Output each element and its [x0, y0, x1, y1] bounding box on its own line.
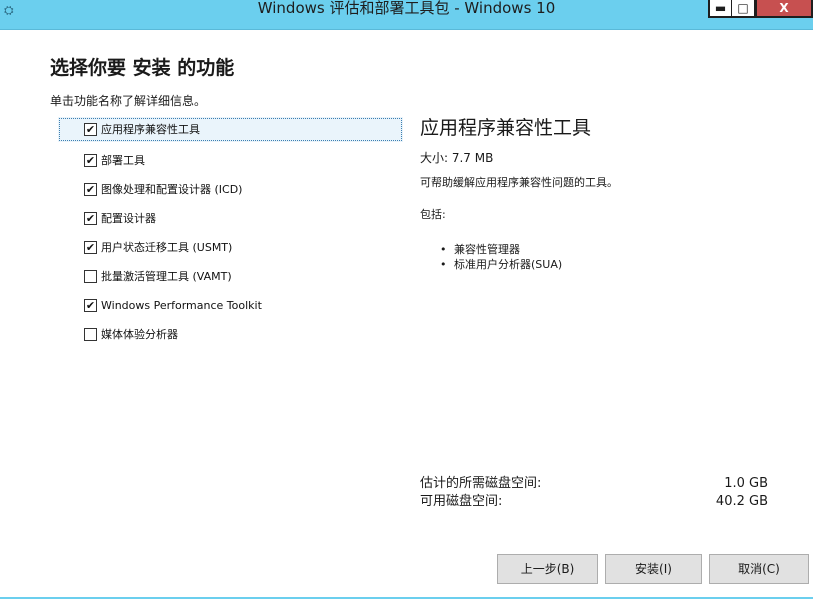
install-button[interactable]: 安装(I)	[605, 554, 702, 584]
feature-label[interactable]: 配置设计器	[101, 212, 156, 226]
available-space-row: 可用磁盘空间: 40.2 GB	[420, 493, 768, 510]
feature-label[interactable]: 部署工具	[101, 154, 145, 168]
feature-item[interactable]: ✔ Windows Performance Toolkit	[58, 291, 403, 320]
back-button[interactable]: 上一步(B)	[497, 554, 598, 584]
cancel-button[interactable]: 取消(C)	[709, 554, 809, 584]
detail-title: 应用程序兼容性工具	[420, 117, 592, 139]
feature-label[interactable]: 图像处理和配置设计器 (ICD)	[101, 183, 242, 197]
include-item: 标准用户分析器(SUA)	[454, 258, 563, 271]
required-space-value: 1.0 GB	[724, 476, 768, 491]
page-hint: 单击功能名称了解详细信息。	[50, 94, 207, 108]
feature-label[interactable]: Windows Performance Toolkit	[101, 299, 262, 313]
window-title: Windows 评估和部署工具包 - Windows 10	[257, 0, 556, 17]
checkbox-checked[interactable]: ✔	[84, 299, 97, 312]
page-title: 选择你要 安装 的功能	[50, 57, 235, 79]
detail-size: 大小: 7.7 MB	[420, 151, 494, 165]
title-bar[interactable]: ⛭ Windows 评估和部署工具包 - Windows 10 ▬ □ X	[0, 0, 813, 30]
checkbox-unchecked[interactable]	[84, 328, 97, 341]
feature-label[interactable]: 应用程序兼容性工具	[101, 123, 200, 137]
feature-item[interactable]: 媒体体验分析器	[58, 320, 403, 349]
minimize-button[interactable]: ▬	[708, 0, 732, 18]
maximize-button[interactable]: □	[731, 0, 756, 18]
checkbox-checked[interactable]: ✔	[84, 154, 97, 167]
feature-label[interactable]: 批量激活管理工具 (VAMT)	[101, 270, 232, 284]
feature-item[interactable]: ✔ 应用程序兼容性工具	[58, 117, 403, 142]
close-button[interactable]: X	[755, 0, 813, 18]
feature-list: ✔ 应用程序兼容性工具 ✔ 部署工具 ✔ 图像处理和配置设计器 (ICD) ✔ 配置设计器 ✔ 用…	[58, 117, 403, 349]
checkbox-checked[interactable]: ✔	[84, 183, 97, 196]
required-space-row: 估计的所需磁盘空间: 1.0 GB	[420, 475, 768, 492]
feature-label[interactable]: 用户状态迁移工具 (USMT)	[101, 241, 232, 255]
checkbox-checked[interactable]: ✔	[84, 212, 97, 225]
feature-item[interactable]: 批量激活管理工具 (VAMT)	[58, 262, 403, 291]
include-item: 兼容性管理器	[454, 243, 520, 256]
detail-includes-label: 包括:	[420, 208, 446, 221]
bullet-icon: •	[440, 258, 447, 271]
feature-item[interactable]: ✔ 用户状态迁移工具 (USMT)	[58, 233, 403, 262]
bullet-icon: •	[440, 243, 447, 256]
checkbox-unchecked[interactable]	[84, 270, 97, 283]
available-space-label: 可用磁盘空间:	[420, 494, 503, 509]
checkbox-checked[interactable]: ✔	[84, 123, 97, 136]
required-space-label: 估计的所需磁盘空间:	[420, 476, 542, 491]
checkbox-checked[interactable]: ✔	[84, 241, 97, 254]
available-space-value: 40.2 GB	[715, 494, 768, 509]
feature-label[interactable]: 媒体体验分析器	[101, 328, 178, 342]
feature-item[interactable]: ✔ 部署工具	[58, 146, 403, 175]
feature-item[interactable]: ✔ 配置设计器	[58, 204, 403, 233]
feature-item[interactable]: ✔ 图像处理和配置设计器 (ICD)	[58, 175, 403, 204]
detail-description: 可帮助缓解应用程序兼容性问题的工具。	[420, 176, 618, 189]
list-item: • 兼容性管理器	[440, 242, 562, 257]
detail-includes-list: • 兼容性管理器 • 标准用户分析器(SUA)	[440, 242, 562, 272]
list-item: • 标准用户分析器(SUA)	[440, 257, 562, 272]
